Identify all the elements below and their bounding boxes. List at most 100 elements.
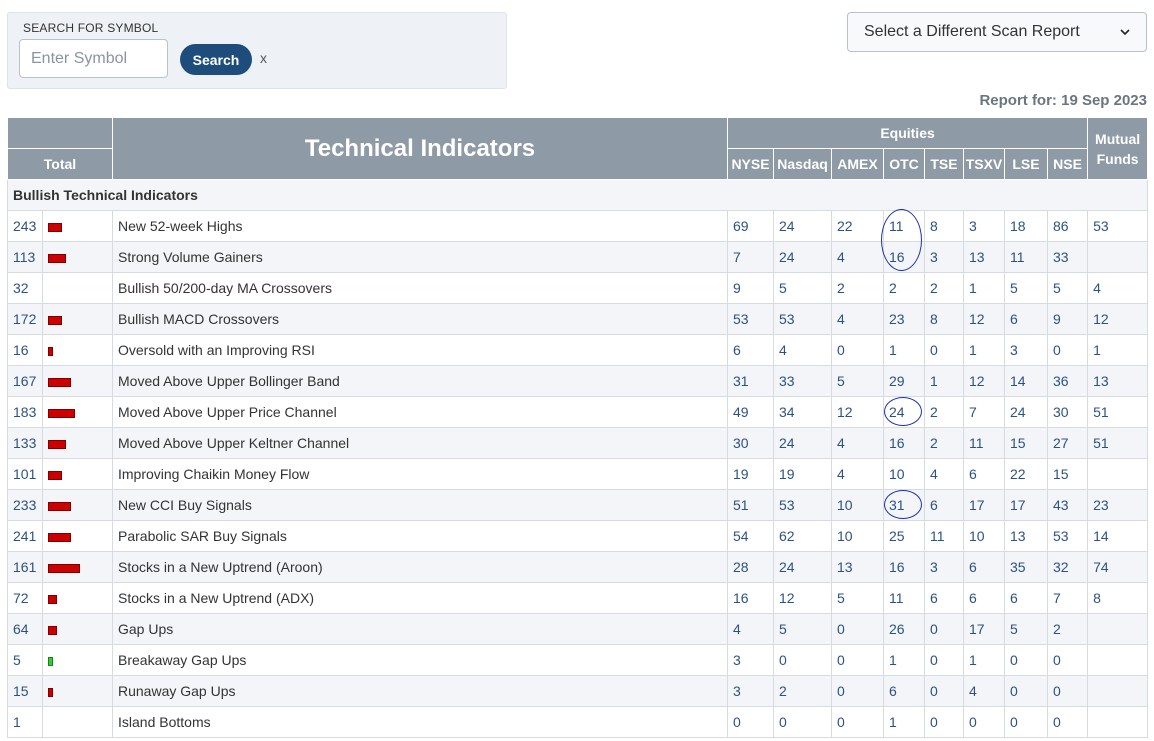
exchange-count-link[interactable]: 19 [727,458,774,490]
exchange-count-link[interactable]: 7 [727,241,774,273]
exchange-count-link[interactable]: 4 [831,303,884,335]
exchange-count-link[interactable]: 5 [1004,272,1048,304]
exchange-count-link[interactable]: 0 [1046,644,1089,676]
mutual-funds-count-link[interactable]: 4 [1087,272,1149,304]
indicator-name-link[interactable]: Stocks in a New Uptrend (ADX) [112,582,728,614]
exchange-count-link[interactable]: 24 [773,241,832,273]
exchange-count-link[interactable]: 43 [1046,489,1089,521]
mutual-funds-count-link[interactable]: 8 [1087,582,1149,614]
indicator-name-link[interactable]: Bullish MACD Crossovers [112,303,728,335]
indicator-name-link[interactable]: Breakaway Gap Ups [112,644,728,676]
exchange-count-link[interactable]: 29 [883,365,925,397]
exchange-count-link[interactable]: 10 [883,458,925,490]
exchange-count-link[interactable]: 23 [883,303,925,335]
exchange-count-link[interactable]: 3 [963,210,1005,242]
exchange-count-link[interactable]: 33 [773,365,832,397]
exchange-count-link[interactable]: 24 [883,396,925,428]
indicator-name-link[interactable]: Oversold with an Improving RSI [112,334,728,366]
exchange-count-link[interactable]: 6 [924,489,964,521]
exchange-count-link[interactable]: 8 [924,303,964,335]
exchange-count-link[interactable]: 0 [831,644,884,676]
exchange-count-link[interactable]: 4 [727,613,774,645]
exchange-count-link[interactable]: 6 [963,582,1005,614]
exchange-count-link[interactable]: 3 [1004,334,1048,366]
indicator-name-link[interactable]: Moved Above Upper Bollinger Band [112,365,728,397]
exchange-header[interactable]: TSE [924,148,964,180]
exchange-count-link[interactable]: 54 [727,520,774,552]
exchange-count-link[interactable]: 30 [1046,396,1089,428]
exchange-count-link[interactable]: 17 [963,489,1005,521]
exchange-count-link[interactable]: 4 [773,334,832,366]
exchange-count-link[interactable]: 16 [727,582,774,614]
mutual-funds-count-link[interactable]: 74 [1087,551,1149,583]
exchange-count-link[interactable]: 11 [924,520,964,552]
exchange-count-link[interactable]: 1 [924,365,964,397]
exchange-count-link[interactable]: 3 [924,551,964,583]
mutual-funds-count-link[interactable]: 51 [1087,427,1149,459]
exchange-count-link[interactable]: 11 [883,210,925,242]
exchange-count-link[interactable]: 0 [924,334,964,366]
exchange-count-link[interactable]: 0 [924,706,964,738]
exchange-count-link[interactable]: 14 [1004,365,1048,397]
indicator-name-link[interactable]: Improving Chaikin Money Flow [112,458,728,490]
exchange-count-link[interactable]: 30 [727,427,774,459]
exchange-count-link[interactable]: 0 [773,706,832,738]
exchange-count-link[interactable]: 0 [1046,675,1089,707]
exchange-count-link[interactable]: 12 [963,303,1005,335]
exchange-count-link[interactable]: 2 [924,396,964,428]
exchange-count-link[interactable]: 0 [1046,334,1089,366]
exchange-count-link[interactable]: 49 [727,396,774,428]
total-count-link[interactable]: 243 [7,210,43,242]
exchange-count-link[interactable]: 7 [1046,582,1089,614]
exchange-count-link[interactable]: 2 [1046,613,1089,645]
exchange-count-link[interactable]: 0 [831,613,884,645]
mutual-funds-count-link[interactable]: 23 [1087,489,1149,521]
indicator-name-link[interactable]: Island Bottoms [112,706,728,738]
exchange-count-link[interactable]: 6 [727,334,774,366]
exchange-count-link[interactable]: 53 [727,303,774,335]
search-button[interactable]: Search [180,44,252,75]
exchange-count-link[interactable]: 12 [773,582,832,614]
exchange-count-link[interactable]: 1 [963,334,1005,366]
total-count-link[interactable]: 101 [7,458,43,490]
exchange-count-link[interactable]: 15 [1046,458,1089,490]
exchange-count-link[interactable]: 15 [1004,427,1048,459]
indicator-name-link[interactable]: Moved Above Upper Price Channel [112,396,728,428]
indicator-name-link[interactable]: New 52-week Highs [112,210,728,242]
indicator-name-link[interactable]: Moved Above Upper Keltner Channel [112,427,728,459]
exchange-count-link[interactable]: 24 [1004,396,1048,428]
exchange-count-link[interactable]: 0 [1004,675,1048,707]
exchange-count-link[interactable]: 1 [883,334,925,366]
indicator-name-link[interactable]: Parabolic SAR Buy Signals [112,520,728,552]
exchange-count-link[interactable]: 3 [924,241,964,273]
exchange-count-link[interactable]: 10 [831,520,884,552]
exchange-count-link[interactable]: 86 [1046,210,1089,242]
total-count-link[interactable]: 161 [7,551,43,583]
indicator-name-link[interactable]: Strong Volume Gainers [112,241,728,273]
exchange-count-link[interactable]: 24 [773,427,832,459]
exchange-count-link[interactable]: 32 [1046,551,1089,583]
exchange-count-link[interactable]: 6 [1004,303,1048,335]
total-count-link[interactable]: 167 [7,365,43,397]
exchange-header[interactable]: TSXV [963,148,1005,180]
total-count-link[interactable]: 72 [7,582,43,614]
exchange-count-link[interactable]: 27 [1046,427,1089,459]
exchange-count-link[interactable]: 7 [963,396,1005,428]
total-count-link[interactable]: 233 [7,489,43,521]
exchange-count-link[interactable]: 0 [1046,706,1089,738]
exchange-count-link[interactable]: 13 [963,241,1005,273]
exchange-count-link[interactable]: 4 [831,241,884,273]
exchange-count-link[interactable]: 2 [831,272,884,304]
total-count-link[interactable]: 15 [7,675,43,707]
exchange-count-link[interactable]: 9 [727,272,774,304]
exchange-header[interactable]: NSE [1046,148,1089,180]
exchange-count-link[interactable]: 6 [883,675,925,707]
exchange-header[interactable]: LSE [1004,148,1048,180]
exchange-count-link[interactable]: 26 [883,613,925,645]
exchange-count-link[interactable]: 0 [831,334,884,366]
exchange-count-link[interactable]: 5 [1046,272,1089,304]
indicator-name-link[interactable]: New CCI Buy Signals [112,489,728,521]
exchange-count-link[interactable]: 22 [831,210,884,242]
exchange-count-link[interactable]: 35 [1004,551,1048,583]
exchange-count-link[interactable]: 10 [963,520,1005,552]
